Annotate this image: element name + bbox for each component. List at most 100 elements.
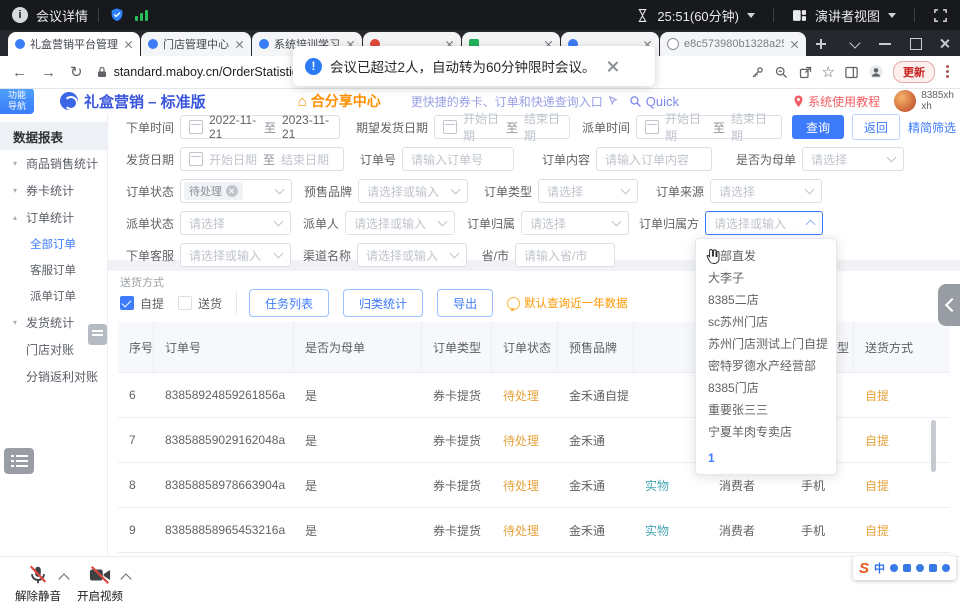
search-button[interactable]: 查询: [792, 115, 844, 139]
ime-language[interactable]: 中: [874, 560, 885, 576]
share-center-link[interactable]: ⌂ 合分享中心: [298, 91, 381, 111]
order-clerk-select[interactable]: 请选择或输入: [180, 243, 291, 267]
sidebar-item-order-stats[interactable]: ▴ 订单统计: [0, 204, 107, 231]
deliver-checkbox[interactable]: [178, 296, 192, 310]
start-video-button[interactable]: 开启视频: [72, 564, 128, 604]
dropdown-option[interactable]: 宁夏羊肉专卖店: [696, 420, 836, 442]
header-order-type[interactable]: 订单类型: [422, 322, 492, 372]
back-button[interactable]: 返回: [852, 114, 900, 140]
order-status-select[interactable]: 待处理: [180, 179, 292, 203]
ship-date-range[interactable]: 开始日期 至 结束日期: [180, 147, 344, 171]
network-signal-icon[interactable]: [135, 9, 148, 21]
sidebar-drag-handle[interactable]: [88, 324, 107, 345]
ime-toolbar[interactable]: S 中: [853, 556, 956, 580]
dropdown-option[interactable]: 8385二店: [696, 288, 836, 310]
sidebar-item-product-stats[interactable]: ▾ 商品销售统计: [0, 150, 107, 177]
browser-tab-1[interactable]: 礼盒营销平台管理中心: [8, 32, 140, 56]
minimize-button[interactable]: [870, 30, 900, 56]
order-source-select[interactable]: 请选择: [710, 179, 822, 203]
sidebar-item-card-stats[interactable]: ▾ 券卡统计: [0, 177, 107, 204]
quick-search-link[interactable]: Quick: [629, 94, 679, 109]
view-mode-label[interactable]: 演讲者视图: [815, 6, 880, 25]
reload-icon[interactable]: ↻: [70, 65, 83, 80]
order-content-input[interactable]: 请输入订单内容: [596, 147, 712, 171]
sidebar-item-all-orders[interactable]: 全部订单: [0, 231, 107, 257]
order-time-range[interactable]: 2022-11-21 至 2023-11-21: [180, 115, 340, 139]
dropdown-option[interactable]: 8385门店: [696, 376, 836, 398]
info-icon[interactable]: i: [12, 7, 28, 23]
new-tab-button[interactable]: [813, 36, 829, 52]
header-order-status[interactable]: 订单状态: [492, 322, 558, 372]
zoom-icon[interactable]: [774, 65, 789, 80]
pickup-checkbox[interactable]: [120, 296, 134, 310]
ime-skin-icon[interactable]: [916, 564, 924, 572]
expect-date-range[interactable]: 开始日期 至 结束日期: [434, 115, 570, 139]
maximize-button[interactable]: [900, 30, 930, 56]
browser-tab-2[interactable]: 门店管理中心: [141, 32, 251, 56]
user-avatar[interactable]: [894, 90, 916, 112]
order-belong-select[interactable]: 请选择: [521, 211, 629, 235]
sidebar-item-service-orders[interactable]: 客服订单: [0, 257, 107, 283]
dropdown-option[interactable]: 苏州门店测试上门自提: [696, 332, 836, 354]
order-no-input[interactable]: 请输入订单号: [402, 147, 514, 171]
ime-grid-icon[interactable]: [929, 564, 937, 572]
chrome-update-button[interactable]: 更新: [893, 61, 935, 83]
toast-close-icon[interactable]: [606, 60, 619, 73]
ime-mic-icon[interactable]: [890, 564, 898, 572]
header-order-no[interactable]: 订单号: [154, 322, 294, 372]
dropdown-option[interactable]: 密特罗德水产经营部: [696, 354, 836, 376]
cell-item[interactable]: 实物: [634, 508, 708, 552]
list-panel-button[interactable]: [4, 448, 34, 474]
header-delivery-mode[interactable]: 送货方式: [854, 322, 950, 372]
dropdown-option[interactable]: 重要张三三: [696, 398, 836, 420]
province-input[interactable]: 请输入省/市: [515, 243, 615, 267]
order-belong-side-select[interactable]: 请选择或输入: [705, 211, 823, 235]
dropdown-option[interactable]: 大李子: [696, 266, 836, 288]
nav-toggle-tab[interactable]: 功能 导航: [0, 88, 34, 114]
dropdown-page-1[interactable]: 1: [696, 446, 836, 470]
back-icon[interactable]: ←: [12, 65, 27, 80]
classify-stats-button[interactable]: 归类统计: [343, 289, 423, 317]
dispatch-status-select[interactable]: 请选择: [180, 211, 291, 235]
share-icon[interactable]: [798, 65, 813, 80]
close-icon[interactable]: [235, 40, 244, 49]
header-is-parent[interactable]: 是否为母单: [294, 322, 422, 372]
ime-emoji-icon[interactable]: [903, 564, 911, 572]
header-presale-brand[interactable]: 预售品牌: [558, 322, 634, 372]
table-row[interactable]: 9 83858858965453216a 是 券卡提货 待处理 金禾通 实物 消…: [118, 508, 950, 553]
window-close-button[interactable]: [930, 30, 960, 56]
dispatch-time-range[interactable]: 开始日期 至 结束日期: [636, 115, 782, 139]
unmute-button[interactable]: 解除静音: [10, 564, 66, 604]
sidebar-item-dispatch-orders[interactable]: 派单订单: [0, 283, 107, 309]
side-panel-icon[interactable]: [844, 65, 859, 80]
header-seq[interactable]: 序号: [118, 322, 154, 372]
forward-icon[interactable]: →: [41, 65, 56, 80]
sidebar-item-rebate-reconcile[interactable]: 分销返利对账: [0, 363, 107, 390]
close-icon[interactable]: [790, 40, 799, 49]
table-scrollbar[interactable]: [931, 420, 936, 472]
dispatcher-select[interactable]: 请选择或输入: [345, 211, 455, 235]
dropdown-option[interactable]: sc苏州门店: [696, 310, 836, 332]
bookmark-star-icon[interactable]: ☆: [822, 65, 835, 80]
shield-icon[interactable]: [109, 7, 125, 23]
simplify-filter-link[interactable]: 精简筛选: [908, 119, 956, 136]
is-parent-select[interactable]: 请选择: [802, 147, 904, 171]
task-list-button[interactable]: 任务列表: [249, 289, 329, 317]
channel-name-select[interactable]: 请选择或输入: [357, 243, 467, 267]
presale-brand-select[interactable]: 请选择或输入: [358, 179, 468, 203]
tutorial-link[interactable]: 系统使用教程: [793, 93, 880, 110]
collapse-panel-handle[interactable]: [938, 284, 960, 326]
close-icon[interactable]: [124, 40, 133, 49]
timer-dropdown-icon[interactable]: [747, 13, 755, 18]
view-dropdown-icon[interactable]: [888, 13, 896, 18]
browser-menu-icon[interactable]: [946, 64, 950, 80]
ime-tool-icon[interactable]: [942, 564, 950, 572]
meeting-title[interactable]: 会议详情: [36, 6, 88, 25]
order-type-select[interactable]: 请选择: [538, 179, 638, 203]
key-icon[interactable]: [750, 65, 765, 80]
fullscreen-icon[interactable]: [933, 8, 948, 23]
browser-tab-7[interactable]: e8c573980b1328a258fd2e6: [660, 32, 806, 56]
export-button[interactable]: 导出: [437, 289, 493, 317]
tab-search-icon[interactable]: [840, 30, 870, 56]
profile-icon[interactable]: [868, 64, 884, 80]
